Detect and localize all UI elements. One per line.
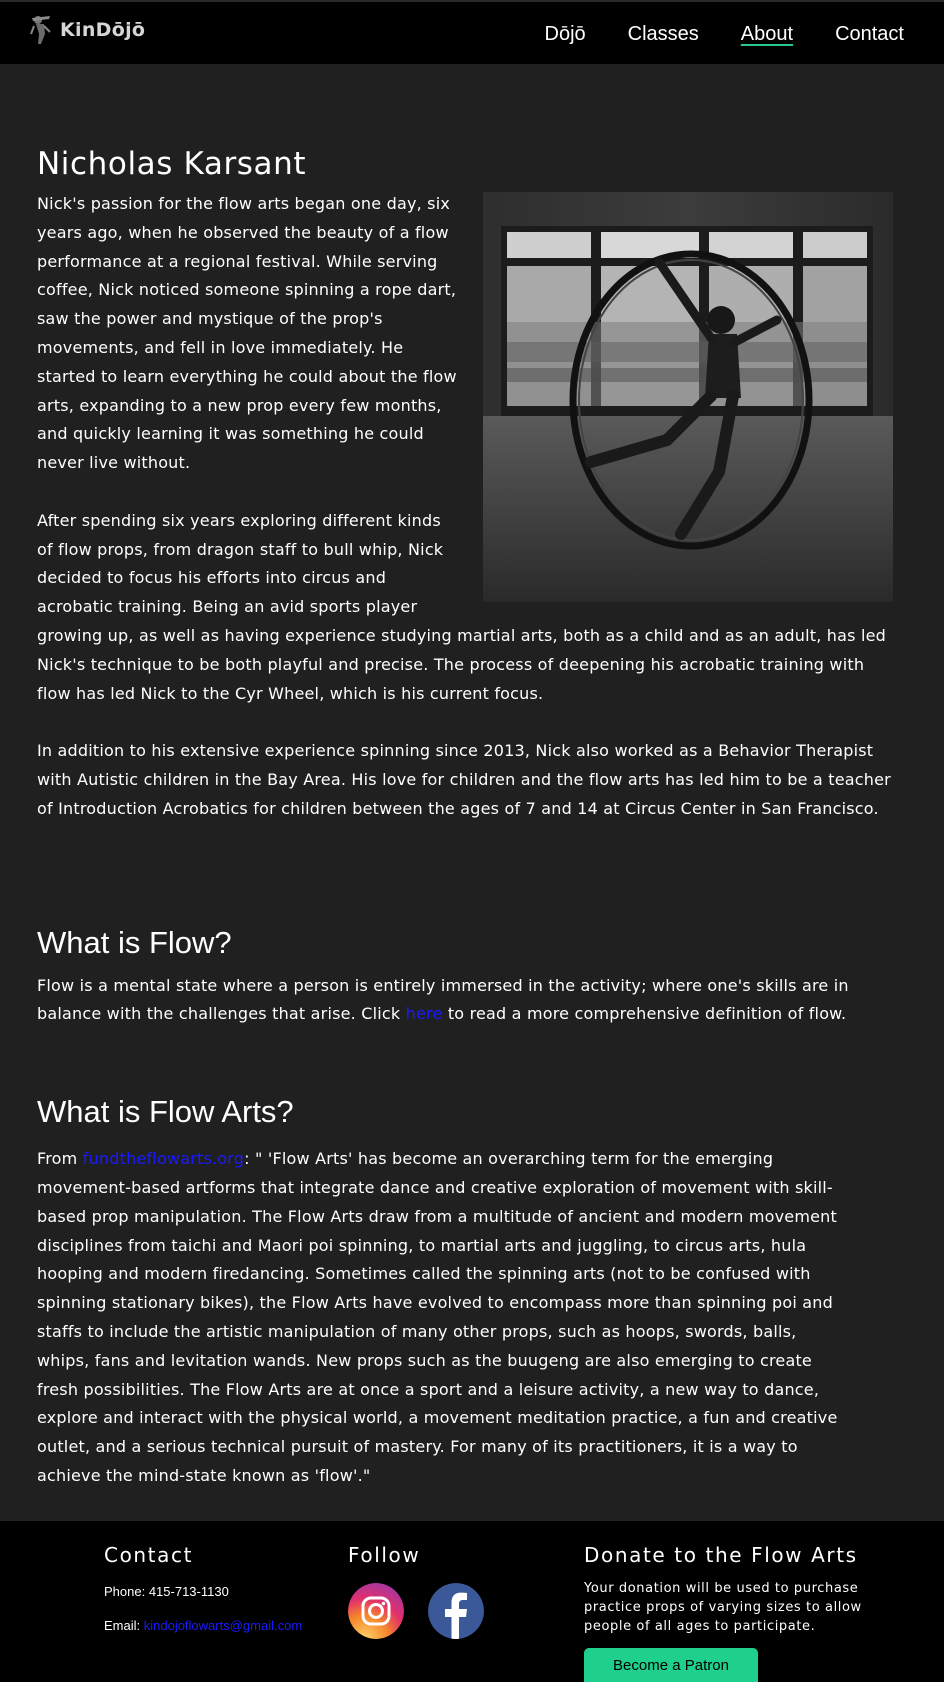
flow-definition-link[interactable]: here [406,1004,443,1023]
footer-phone: Phone: 415-713-1130 [104,1584,229,1599]
donate-description: Your donation will be used to purchase p… [584,1581,862,1634]
footer-donate-heading: Donate to the Flow Arts [584,1543,858,1567]
footer-email-label: Email: [104,1618,144,1633]
logo-icon [30,16,51,44]
page-title: Nicholas Karsant [37,146,307,182]
brand-logo[interactable]: KinDōjō [28,12,145,48]
footer-contact-heading: Contact [104,1543,194,1567]
footer-follow-heading: Follow [348,1543,421,1567]
flow-arts-paragraph: From fundtheflowarts.org: " 'Flow Arts' … [37,1145,897,1491]
footer: Contact Phone: 415-713-1130 Email: kindo… [0,1521,944,1682]
flow-paragraph: Flow is a mental state where a person is… [37,972,897,1030]
nav-link-contact[interactable]: Contact [835,22,904,46]
footer-follow: Follow [348,1541,484,1639]
brand-name: KinDōjō [60,19,146,41]
social-links [348,1583,484,1639]
become-patron-button[interactable]: Become a Patron [584,1648,758,1682]
flow-arts-heading: What is Flow Arts? [37,1094,294,1130]
footer-email-link[interactable]: kindojoflowarts@gmail.com [144,1618,302,1633]
nav-link-classes[interactable]: Classes [628,22,699,46]
flow-arts-text-after: : " 'Flow Arts' has become an overarchin… [37,1149,838,1485]
nav-link-dojo[interactable]: Dōjō [545,22,586,46]
footer-email-row: Email: kindojoflowarts@gmail.com [104,1617,302,1635]
footer-donate: Donate to the Flow Arts Your donation wi… [584,1541,874,1682]
instagram-icon[interactable] [348,1583,404,1639]
main-content: Nicholas Karsant Nick's passion for the … [37,140,897,1519]
fundtheflowarts-link[interactable]: fundtheflowarts.org [83,1149,244,1168]
footer-contact: Contact Phone: 415-713-1130 Email: kindo… [104,1541,302,1635]
facebook-icon[interactable] [428,1583,484,1639]
flow-heading: What is Flow? [37,924,232,960]
top-nav: KinDōjō Dōjō Classes About Contact [0,0,944,64]
cyr-wheel-photo-image [483,192,893,602]
flow-text-after: to read a more comprehensive definition … [442,1004,847,1024]
bio-paragraph: In addition to his extensive experience … [37,741,891,818]
flow-arts-text-before: From [37,1149,83,1169]
nav-links: Dōjō Classes About Contact [545,22,904,46]
bio-photo [483,192,893,602]
nav-link-about[interactable]: About [741,22,793,46]
